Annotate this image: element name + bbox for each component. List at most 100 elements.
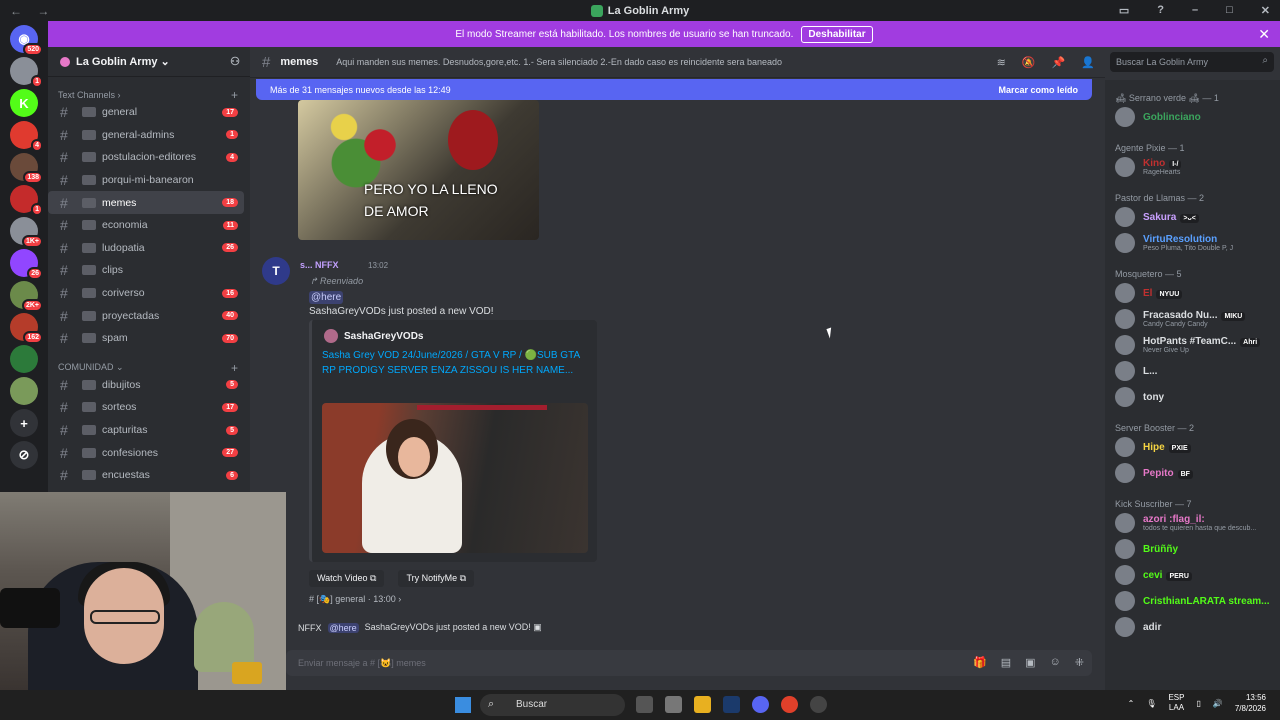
- maximize-button[interactable]: □: [1226, 4, 1233, 17]
- pin-icon[interactable]: 📌: [1052, 56, 1066, 69]
- member-item[interactable]: Fracasado Nu... MIKU Candy Candy Candy: [1105, 306, 1280, 332]
- watch-video-button[interactable]: Watch Video ⧉: [309, 570, 385, 587]
- disable-streamer-button[interactable]: Deshabilitar: [801, 25, 873, 43]
- server-icon[interactable]: [10, 377, 38, 405]
- server-icon[interactable]: 1: [10, 185, 43, 216]
- channel-item-porqui-mi-banearon[interactable]: # porqui-mi-banearon: [48, 169, 244, 192]
- member-item[interactable]: VirtuResolution Peso Pluma, Tito Double P…: [1105, 230, 1280, 256]
- channel-item-confesiones[interactable]: # confesiones 27: [48, 441, 244, 464]
- member-item[interactable]: CristhianLARATA stream...: [1105, 588, 1280, 614]
- channel-item-coriverso[interactable]: # coriverso 16: [48, 282, 244, 305]
- channel-item-general[interactable]: # general 17: [48, 101, 244, 124]
- mark-read-button[interactable]: Marcar como leído: [998, 85, 1078, 95]
- server-icon[interactable]: 1K+: [10, 217, 43, 248]
- member-item[interactable]: azori :flag_il: todos te quieren hasta qu…: [1105, 510, 1280, 536]
- gift-icon[interactable]: 🎁: [973, 656, 987, 669]
- member-item[interactable]: Sakura >ᴗ<: [1105, 204, 1280, 230]
- history-nav[interactable]: ← →: [10, 4, 55, 18]
- server-icon[interactable]: 138: [10, 153, 43, 184]
- guild-header[interactable]: La Goblin Army ⌄ ⚇: [48, 47, 250, 77]
- member-item[interactable]: cevi PERU: [1105, 562, 1280, 588]
- invite-icon[interactable]: ⚇: [230, 55, 240, 68]
- app-icon[interactable]: [810, 696, 827, 713]
- member-item[interactable]: El NYUU: [1105, 280, 1280, 306]
- help-icon[interactable]: ?: [1157, 4, 1164, 17]
- member-item[interactable]: Kino I-/RageHearts: [1105, 154, 1280, 180]
- clock[interactable]: 13:56 7/8/2026: [1235, 692, 1266, 714]
- inbox-icon[interactable]: ▭: [1119, 4, 1129, 17]
- member-item[interactable]: L...: [1105, 358, 1280, 384]
- add-channel-icon[interactable]: +: [231, 361, 238, 375]
- add-channel-icon[interactable]: +: [231, 88, 238, 102]
- volume-icon[interactable]: 🔊: [1213, 699, 1223, 708]
- meme-image[interactable]: PERO YO LA LLENO DE AMOR: [298, 100, 539, 240]
- channel-item-spam[interactable]: # spam 70: [48, 327, 244, 350]
- channel-item-proyectadas[interactable]: # proyectadas 40: [48, 304, 244, 327]
- channel-item-sorteos[interactable]: # sorteos 17: [48, 396, 244, 419]
- embed-title-link[interactable]: Sasha Grey VOD 24/June/2026 / GTA V RP /…: [322, 349, 584, 378]
- channel-item-general-admins[interactable]: # general-admins 1: [48, 124, 244, 147]
- close-window-button[interactable]: ✕: [1261, 4, 1270, 17]
- file-explorer-icon[interactable]: [694, 696, 711, 713]
- app-icon[interactable]: [665, 696, 682, 713]
- channel-topic[interactable]: Aqui manden sus memes. Desnudos,gore,etc…: [336, 57, 796, 67]
- member-item[interactable]: Pepito BF: [1105, 460, 1280, 486]
- mute-icon[interactable]: 🔕: [1022, 56, 1036, 69]
- emoji-icon[interactable]: ☺: [1050, 656, 1061, 669]
- video-thumbnail[interactable]: [322, 403, 588, 553]
- server-icon[interactable]: ◉ 520: [10, 25, 43, 56]
- language-indicator[interactable]: ESP LAA: [1168, 693, 1184, 713]
- server-icon[interactable]: 162: [10, 313, 43, 344]
- mic-icon[interactable]: 🎙: [1146, 699, 1156, 708]
- member-item[interactable]: adir: [1105, 614, 1280, 640]
- gif-icon[interactable]: ▤: [1001, 656, 1011, 669]
- server-icon[interactable]: 2K+: [10, 281, 43, 312]
- chrome-icon[interactable]: [781, 696, 798, 713]
- channel-item-ludopatia[interactable]: # ludopatia 26: [48, 237, 244, 260]
- windows-start-icon[interactable]: [455, 697, 471, 713]
- member-item[interactable]: Hipe PXIE: [1105, 434, 1280, 460]
- new-messages-bar[interactable]: Más de 31 mensajes nuevos desde las 12:4…: [256, 79, 1092, 100]
- category-text-channels[interactable]: Text Channels › +: [48, 77, 250, 102]
- member-item[interactable]: Brüññy: [1105, 536, 1280, 562]
- chevron-up-icon[interactable]: ⌃: [1128, 699, 1135, 708]
- channel-item-dibujitos[interactable]: # dibujitos 5: [48, 374, 244, 397]
- search-input[interactable]: Buscar La Goblin Army ⌕: [1110, 52, 1274, 72]
- embed-author[interactable]: SashaGreyVODs: [324, 329, 424, 343]
- try-notifyme-button[interactable]: Try NotifyMe ⧉: [398, 570, 475, 587]
- close-banner-icon[interactable]: ✕: [1258, 26, 1270, 43]
- member-item[interactable]: HotPants #TeamC... Ahri Never Give Up: [1105, 332, 1280, 358]
- members-icon[interactable]: 👤: [1081, 56, 1095, 69]
- minimize-button[interactable]: –: [1192, 4, 1198, 17]
- threads-icon[interactable]: ≋: [997, 56, 1006, 69]
- here-mention[interactable]: @here: [327, 622, 359, 633]
- server-icon[interactable]: [10, 345, 38, 373]
- channel-item-encuestas[interactable]: # encuestas 6: [48, 464, 244, 487]
- sticker-icon[interactable]: ▣: [1025, 656, 1035, 669]
- channel-item-capturitas[interactable]: # capturitas 5: [48, 419, 244, 442]
- server-icon[interactable]: ⊘: [10, 441, 38, 469]
- apps-icon[interactable]: ⁜: [1075, 656, 1084, 669]
- next-message-user[interactable]: NFFX: [298, 623, 322, 633]
- task-view-icon[interactable]: [636, 696, 653, 713]
- category-comunidad[interactable]: COMUNIDAD ⌄ +: [48, 350, 250, 375]
- channel-item-postulacion-editores[interactable]: # postulacion-editores 4: [48, 146, 244, 169]
- server-icon[interactable]: 26: [10, 249, 43, 280]
- channel-item-memes[interactable]: # memes 18: [48, 191, 244, 214]
- taskbar-search[interactable]: ⌕ Buscar: [480, 694, 625, 716]
- forward-source-link[interactable]: # [🎭] general · 13:00 ›: [309, 594, 401, 605]
- server-icon[interactable]: K: [10, 89, 38, 117]
- channel-item-economia[interactable]: # economia 11: [48, 214, 244, 237]
- member-item[interactable]: Goblinciano: [1105, 104, 1280, 130]
- photoshop-icon[interactable]: [723, 696, 740, 713]
- avatar[interactable]: T: [262, 257, 290, 285]
- discord-icon[interactable]: [752, 696, 769, 713]
- channel-item-clips[interactable]: # clips: [48, 259, 244, 282]
- here-mention[interactable]: @here: [309, 291, 344, 304]
- message-composer[interactable]: Enviar mensaje a # [😺] memes 🎁 ▤ ▣ ☺ ⁜: [286, 650, 1092, 676]
- wifi-icon[interactable]: ▯: [1196, 699, 1200, 708]
- message-username[interactable]: s... NFFX: [300, 260, 339, 270]
- server-icon[interactable]: +: [10, 409, 38, 437]
- member-item[interactable]: tony: [1105, 384, 1280, 410]
- server-icon[interactable]: 1: [10, 57, 43, 88]
